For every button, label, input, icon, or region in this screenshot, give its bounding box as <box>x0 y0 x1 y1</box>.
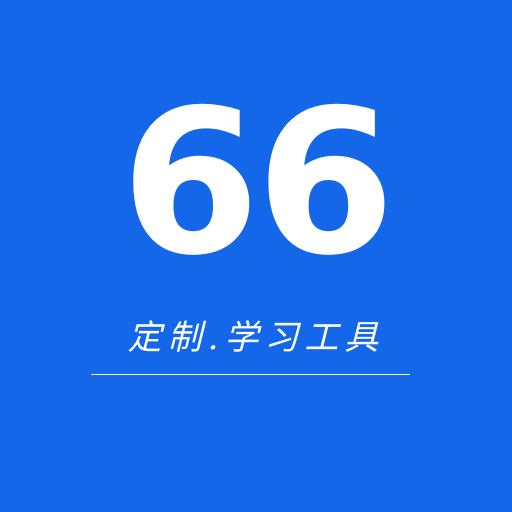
app-number: 66 <box>120 67 395 300</box>
app-tagline: 定制.学习工具 <box>127 318 385 358</box>
tagline-divider <box>91 374 410 375</box>
app-icon: 66 定制.学习工具 <box>0 0 512 512</box>
